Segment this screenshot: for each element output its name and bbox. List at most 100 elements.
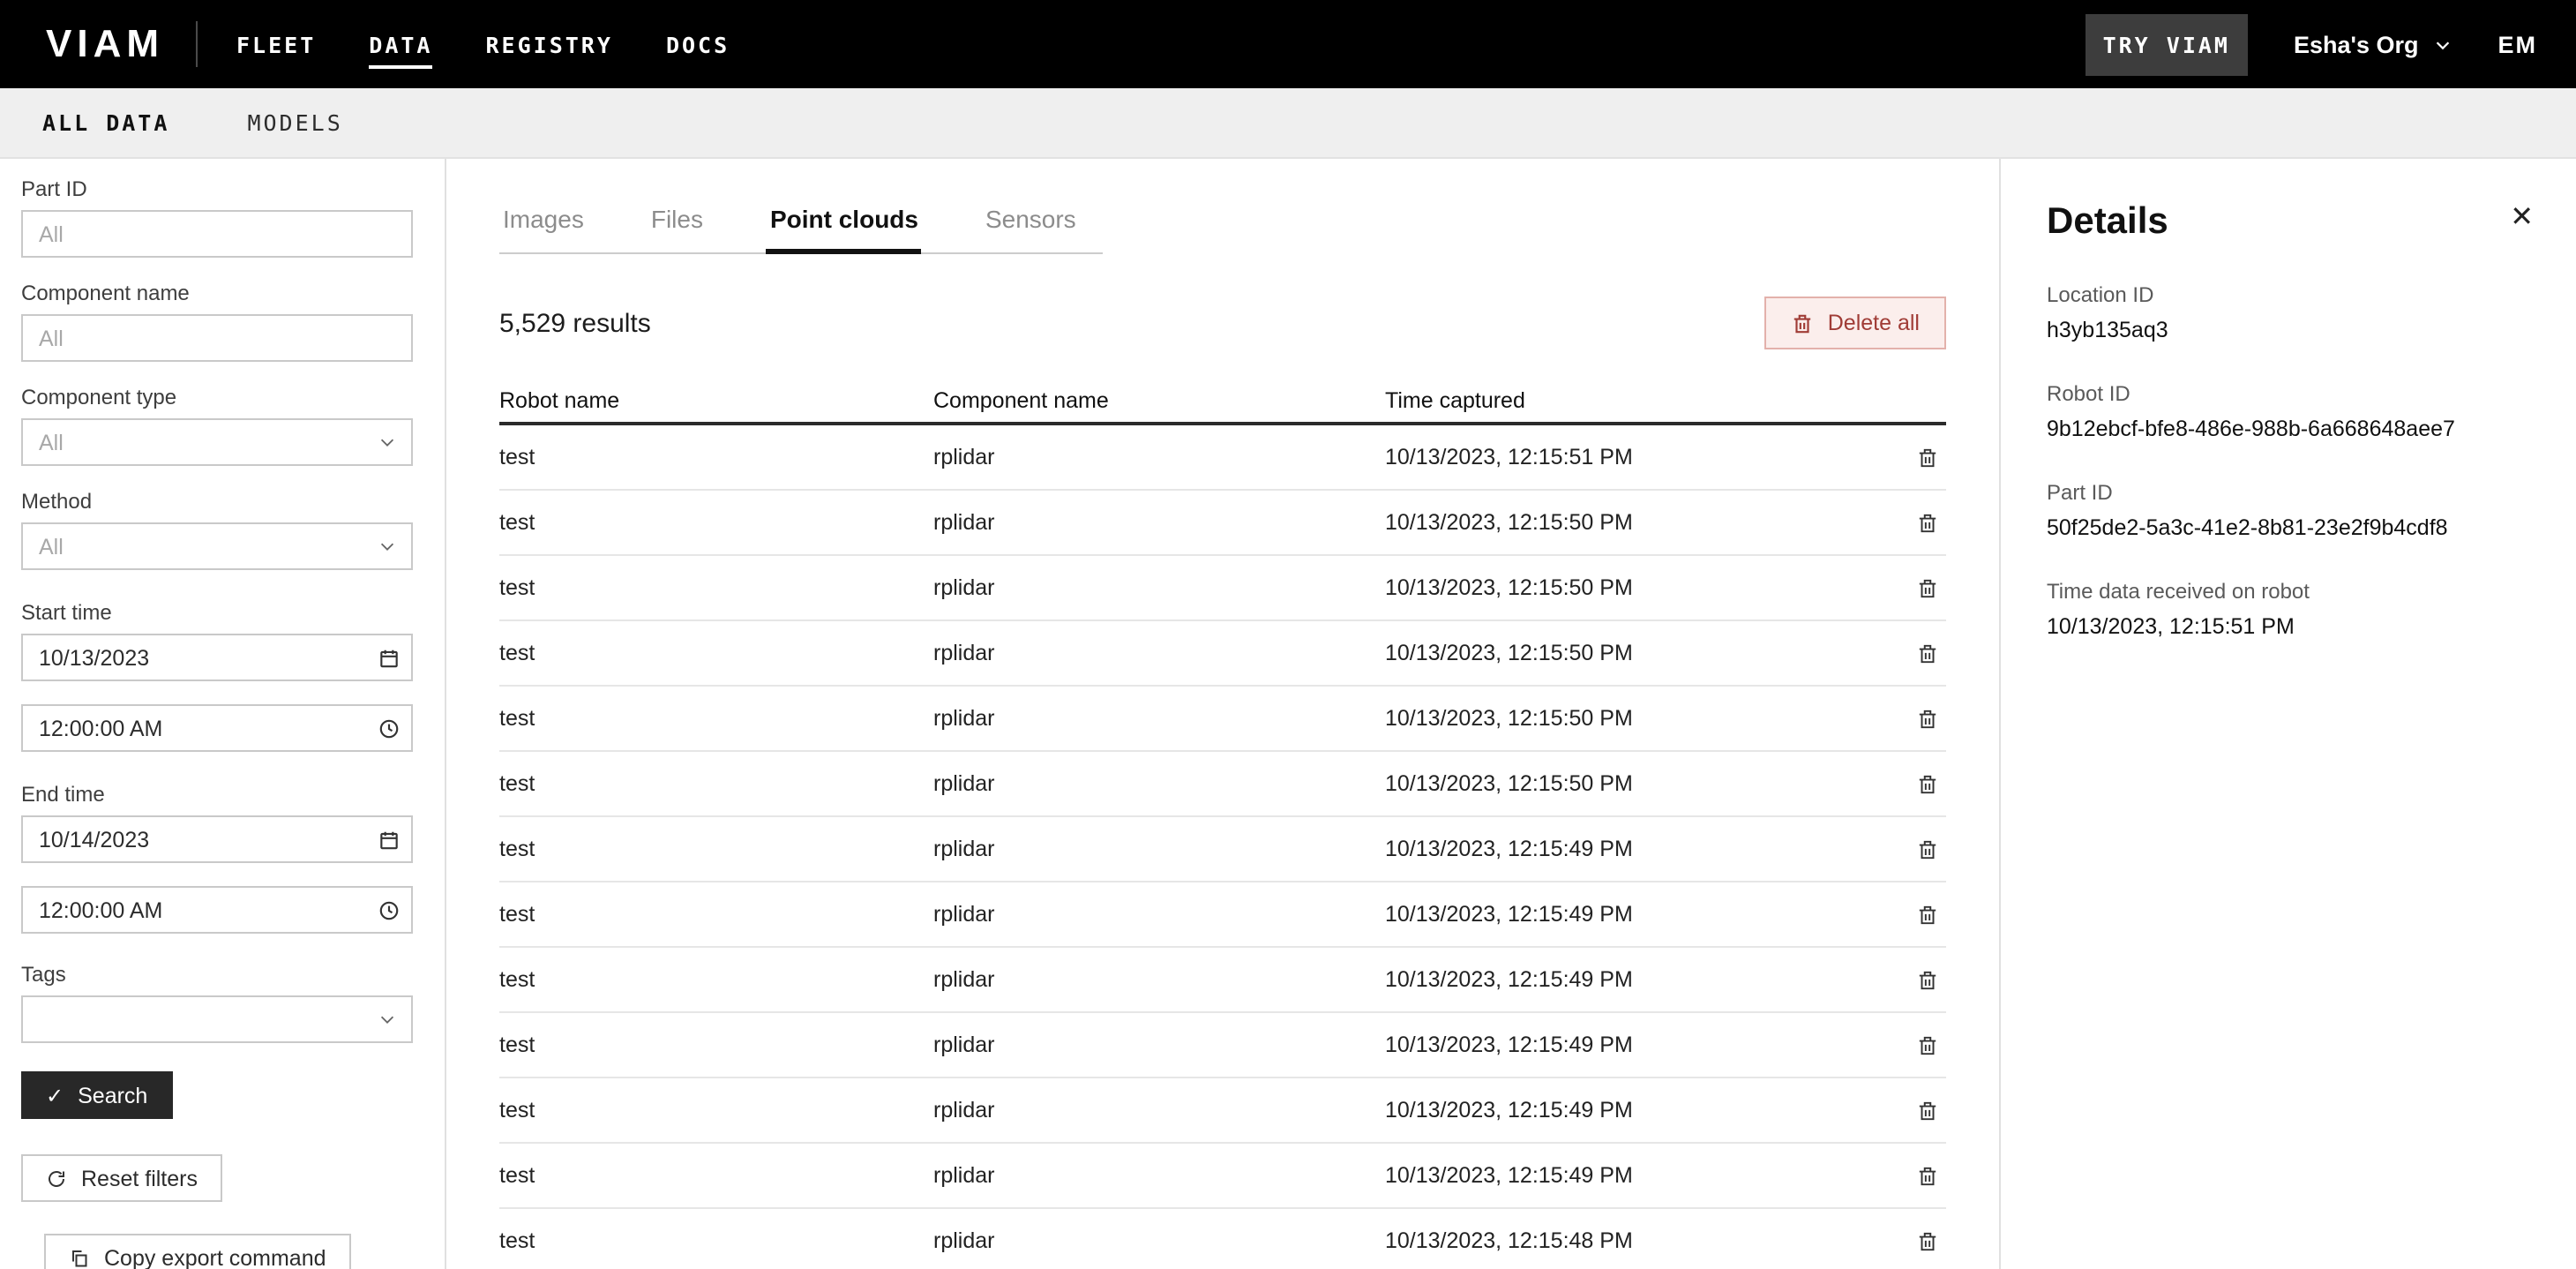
table-row[interactable]: test rplidar 10/13/2023, 12:15:50 PM — [499, 687, 1946, 752]
details-field-location-id: Location ID h3yb135aq3 — [2047, 282, 2534, 342]
table-row[interactable]: test rplidar 10/13/2023, 12:15:48 PM — [499, 1209, 1946, 1269]
results-table: Robot name Component name Time captured … — [499, 378, 1946, 1269]
cell-component-name: rplidar — [933, 1163, 1385, 1188]
table-row[interactable]: test rplidar 10/13/2023, 12:15:49 PM — [499, 1078, 1946, 1144]
reset-filters-label: Reset filters — [81, 1166, 198, 1190]
table-row[interactable]: test rplidar 10/13/2023, 12:15:50 PM — [499, 556, 1946, 621]
nav-item-registry[interactable]: REGISTRY — [486, 20, 613, 68]
cell-component-name: rplidar — [933, 967, 1385, 992]
copy-export-command-button[interactable]: Copy export command — [44, 1234, 351, 1269]
calendar-icon[interactable] — [378, 646, 401, 669]
column-header-time-captured: Time captured — [1385, 387, 1886, 412]
trash-icon — [1916, 576, 1939, 599]
table-row[interactable]: test rplidar 10/13/2023, 12:15:50 PM — [499, 621, 1946, 687]
clock-icon[interactable] — [378, 717, 401, 740]
cell-component-name: rplidar — [933, 1228, 1385, 1253]
clock-icon[interactable] — [378, 898, 401, 921]
component-name-label: Component name — [21, 281, 423, 305]
details-field-time-received: Time data received on robot 10/13/2023, … — [2047, 579, 2534, 639]
start-time-input[interactable] — [21, 704, 413, 752]
tab-point-clouds[interactable]: Point clouds — [767, 194, 922, 254]
details-field-robot-id: Robot ID 9b12ebcf-bfe8-486e-988b-6a66864… — [2047, 381, 2534, 441]
row-delete-button[interactable] — [1886, 1222, 1946, 1259]
table-row[interactable]: test rplidar 10/13/2023, 12:15:49 PM — [499, 817, 1946, 882]
trash-icon — [1916, 707, 1939, 730]
component-name-input[interactable] — [21, 314, 413, 362]
end-date-input[interactable] — [21, 815, 413, 863]
user-avatar-initials[interactable]: EM — [2498, 31, 2538, 57]
cell-component-name: rplidar — [933, 445, 1385, 469]
row-delete-button[interactable] — [1886, 830, 1946, 867]
close-icon[interactable]: ✕ — [2510, 205, 2534, 233]
table-row[interactable]: test rplidar 10/13/2023, 12:15:49 PM — [499, 1013, 1946, 1078]
tab-sensors[interactable]: Sensors — [982, 194, 1080, 252]
row-delete-button[interactable] — [1886, 1157, 1946, 1194]
row-delete-button[interactable] — [1886, 634, 1946, 672]
tags-select[interactable] — [21, 995, 413, 1043]
trash-icon — [1916, 1164, 1939, 1187]
subnav-item-all-data[interactable]: ALL DATA — [42, 109, 169, 136]
cell-time-captured: 10/13/2023, 12:15:48 PM — [1385, 1228, 1886, 1253]
delete-all-button[interactable]: Delete all — [1764, 297, 1946, 349]
end-time-input[interactable] — [21, 886, 413, 934]
component-type-label: Component type — [21, 385, 423, 409]
results-count: 5,529 results — [499, 308, 651, 338]
details-panel: Details ✕ Location ID h3yb135aq3 Robot I… — [1999, 159, 2576, 1269]
row-delete-button[interactable] — [1886, 1092, 1946, 1129]
trash-icon — [1916, 772, 1939, 795]
method-select[interactable]: All — [21, 522, 413, 570]
cell-time-captured: 10/13/2023, 12:15:51 PM — [1385, 445, 1886, 469]
nav-item-data[interactable]: DATA — [369, 20, 432, 68]
cell-component-name: rplidar — [933, 1098, 1385, 1123]
delete-all-label: Delete all — [1828, 311, 1920, 335]
row-delete-button[interactable] — [1886, 439, 1946, 476]
cell-robot-name: test — [499, 902, 933, 927]
part-id-input[interactable] — [21, 210, 413, 258]
sub-nav: ALL DATA MODELS — [0, 88, 2576, 159]
table-row[interactable]: test rplidar 10/13/2023, 12:15:50 PM — [499, 752, 1946, 817]
nav-item-fleet[interactable]: FLEET — [236, 20, 316, 68]
row-delete-button[interactable] — [1886, 765, 1946, 802]
table-row[interactable]: test rplidar 10/13/2023, 12:15:49 PM — [499, 882, 1946, 948]
trash-icon — [1916, 837, 1939, 860]
time-received-label: Time data received on robot — [2047, 579, 2534, 604]
table-row[interactable]: test rplidar 10/13/2023, 12:15:49 PM — [499, 948, 1946, 1013]
component-type-select[interactable]: All — [21, 418, 413, 466]
table-row[interactable]: test rplidar 10/13/2023, 12:15:51 PM — [499, 425, 1946, 491]
subnav-item-models[interactable]: MODELS — [247, 109, 342, 136]
column-header-robot-name: Robot name — [499, 387, 933, 412]
row-delete-button[interactable] — [1886, 896, 1946, 933]
robot-id-label: Robot ID — [2047, 381, 2534, 406]
row-delete-button[interactable] — [1886, 504, 1946, 541]
cell-time-captured: 10/13/2023, 12:15:50 PM — [1385, 575, 1886, 600]
details-field-part-id: Part ID 50f25de2-5a3c-41e2-8b81-23e2f9b4… — [2047, 480, 2534, 540]
table-row[interactable]: test rplidar 10/13/2023, 12:15:50 PM — [499, 491, 1946, 556]
row-delete-button[interactable] — [1886, 1026, 1946, 1063]
reset-filters-button[interactable]: Reset filters — [21, 1154, 222, 1202]
try-viam-button[interactable]: TRY VIAM — [2086, 13, 2248, 75]
cell-time-captured: 10/13/2023, 12:15:49 PM — [1385, 1098, 1886, 1123]
viam-logo[interactable]: VIAM — [46, 21, 164, 67]
cell-time-captured: 10/13/2023, 12:15:49 PM — [1385, 837, 1886, 861]
search-button[interactable]: ✓ Search — [21, 1071, 172, 1119]
search-button-label: Search — [78, 1083, 147, 1108]
org-name-label: Esha's Org — [2294, 31, 2419, 57]
top-nav-items: FLEET DATA REGISTRY DOCS — [236, 20, 730, 68]
row-delete-button[interactable] — [1886, 961, 1946, 998]
cell-robot-name: test — [499, 771, 933, 796]
chevron-down-icon — [2433, 34, 2452, 54]
row-delete-button[interactable] — [1886, 569, 1946, 606]
row-delete-button[interactable] — [1886, 700, 1946, 737]
cell-time-captured: 10/13/2023, 12:15:49 PM — [1385, 1163, 1886, 1188]
tab-images[interactable]: Images — [499, 194, 588, 252]
tags-label: Tags — [21, 962, 423, 987]
trash-icon — [1916, 1229, 1939, 1252]
tab-files[interactable]: Files — [648, 194, 707, 252]
org-switcher[interactable]: Esha's Org — [2294, 31, 2452, 57]
table-row[interactable]: test rplidar 10/13/2023, 12:15:49 PM — [499, 1144, 1946, 1209]
start-date-input[interactable] — [21, 634, 413, 681]
calendar-icon[interactable] — [378, 828, 401, 851]
cell-robot-name: test — [499, 641, 933, 665]
nav-item-docs[interactable]: DOCS — [666, 20, 730, 68]
main-content: Images Files Point clouds Sensors 5,529 … — [446, 159, 1999, 1269]
